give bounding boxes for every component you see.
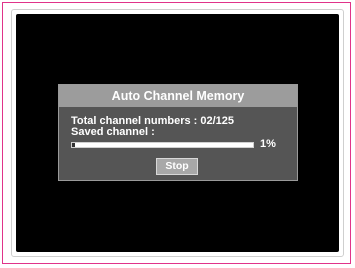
- progress-percent: 1%: [260, 138, 276, 150]
- saved-channel-label: Saved channel :: [71, 126, 155, 138]
- dialog-body: Total channel numbers : 02/125 Saved cha…: [59, 107, 297, 180]
- tv-bezel: Auto Channel Memory Total channel number…: [11, 9, 344, 257]
- page-frame: Auto Channel Memory Total channel number…: [2, 2, 351, 264]
- dialog-title: Auto Channel Memory: [59, 85, 297, 107]
- tv-screen: Auto Channel Memory Total channel number…: [16, 14, 339, 252]
- auto-channel-memory-dialog: Auto Channel Memory Total channel number…: [58, 84, 298, 181]
- progress-bar: [71, 142, 254, 148]
- stop-button[interactable]: Stop: [156, 158, 198, 175]
- progress-bar-fill: [72, 143, 75, 147]
